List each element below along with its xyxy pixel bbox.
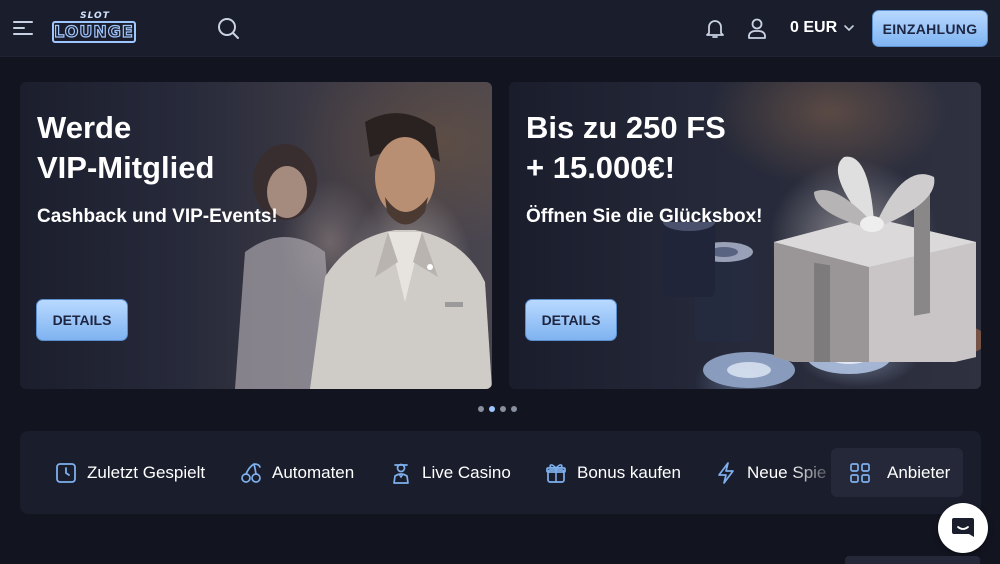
chat-button[interactable] — [938, 503, 988, 553]
carousel-dots — [478, 406, 517, 412]
carousel-dot[interactable] — [478, 406, 484, 412]
gift-icon — [546, 463, 566, 483]
banner-subtitle: Öffnen Sie die Glücksbox! — [526, 206, 763, 227]
vip-banner[interactable]: Werde VIP-Mitglied Cashback und VIP-Even… — [20, 82, 492, 389]
search-icon[interactable] — [216, 16, 240, 40]
category-live-casino[interactable]: Live Casino — [390, 431, 511, 514]
user-icon[interactable] — [745, 16, 769, 40]
carousel-dot[interactable] — [500, 406, 506, 412]
carousel-dot-active[interactable] — [489, 406, 495, 412]
category-slots[interactable]: Automaten — [240, 431, 354, 514]
banner-subtitle: Cashback und VIP-Events! — [37, 206, 278, 227]
banner-title: Bis zu 250 FS + 15.000€! — [526, 110, 726, 185]
category-label: Zuletzt Gespielt — [87, 462, 206, 482]
provider-label: Anbieter — [887, 462, 951, 482]
details-button[interactable]: DETAILS — [36, 299, 128, 341]
category-nav: Zuletzt Gespielt Automaten Live Casino B… — [20, 431, 981, 514]
category-recent[interactable]: Zuletzt Gespielt — [55, 431, 205, 514]
deposit-button[interactable]: EINZAHLUNG — [872, 10, 988, 47]
chat-icon — [952, 518, 974, 537]
category-label: Automaten — [272, 462, 355, 482]
carousel-dot[interactable] — [511, 406, 517, 412]
category-bonus-buy[interactable]: Bonus kaufen — [545, 431, 681, 514]
balance-dropdown[interactable]: 0 EUR — [790, 17, 855, 39]
menu-icon[interactable] — [12, 18, 36, 38]
balance-value: 0 EUR — [790, 19, 838, 36]
logo-main-text: LOUNGE — [52, 21, 136, 43]
grid-icon — [850, 462, 870, 483]
banner-title: Werde VIP-Mitglied — [37, 110, 215, 185]
lightning-icon — [718, 461, 734, 484]
clock-icon — [56, 462, 76, 483]
provider-button[interactable]: Anbieter — [831, 448, 963, 497]
logo-top-text: SLOT — [80, 11, 110, 21]
category-label: Bonus kaufen — [577, 462, 681, 482]
details-button[interactable]: DETAILS — [525, 299, 617, 341]
gift-banner[interactable]: Bis zu 250 FS + 15.000€! Öffnen Sie die … — [509, 82, 981, 389]
cherries-icon — [241, 462, 261, 483]
category-label: Live Casino — [422, 462, 511, 482]
logo[interactable]: SLOT LOUNGE — [50, 11, 140, 45]
bell-icon[interactable] — [703, 16, 727, 40]
bottom-partial-element — [845, 556, 980, 564]
dealer-icon — [393, 463, 409, 484]
top-header: SLOT LOUNGE 0 EUR EINZAHLUNG — [0, 0, 1000, 57]
chevron-down-icon — [844, 25, 854, 32]
